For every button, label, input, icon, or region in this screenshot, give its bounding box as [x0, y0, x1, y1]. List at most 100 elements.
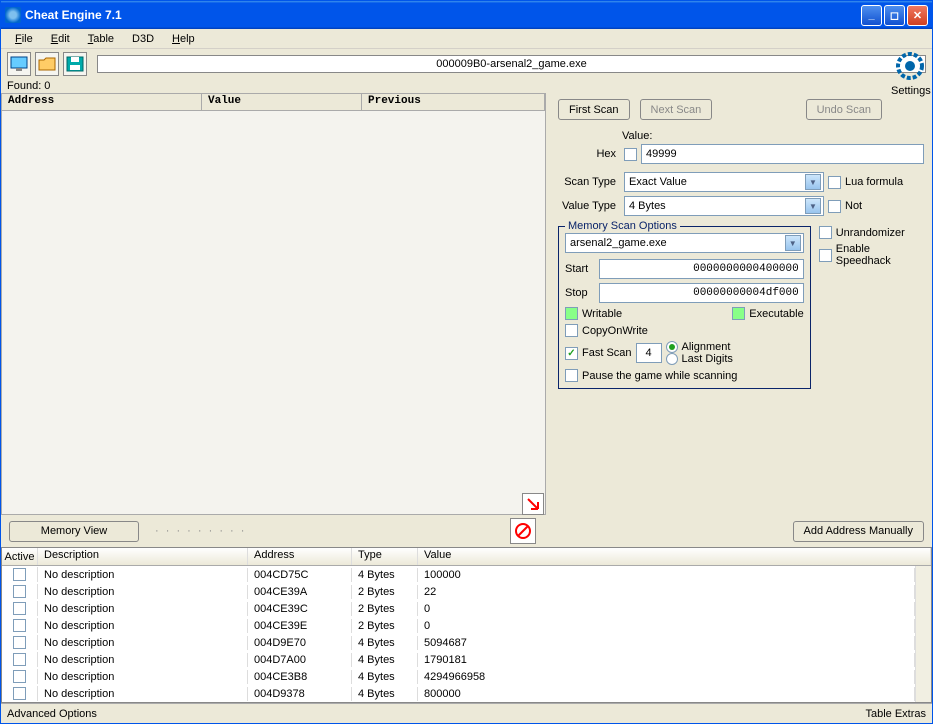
cell-type[interactable]: 4 Bytes [352, 653, 418, 667]
table-row[interactable]: No description004CE39E2 Bytes0 [2, 617, 915, 634]
pause-checkbox[interactable] [565, 369, 578, 382]
table-row[interactable]: No description004D7A004 Bytes1790181 [2, 651, 915, 668]
process-display[interactable]: 000009B0-arsenal2_game.exe [97, 55, 926, 73]
fast-scan-input[interactable] [636, 343, 662, 363]
scan-type-select[interactable]: Exact Value▼ [624, 172, 824, 192]
active-checkbox[interactable] [13, 585, 26, 598]
speedhack-checkbox[interactable] [819, 249, 832, 262]
alignment-radio[interactable] [666, 341, 678, 353]
memory-view-button[interactable]: Memory View [9, 521, 139, 542]
cell-addr[interactable]: 004CE39C [248, 602, 352, 616]
start-input[interactable] [599, 259, 804, 279]
hex-checkbox[interactable] [624, 148, 637, 161]
copy-to-addrlist-button[interactable] [522, 493, 544, 515]
cell-desc[interactable]: No description [38, 653, 248, 667]
value-input[interactable] [641, 144, 924, 164]
cell-desc[interactable]: No description [38, 636, 248, 650]
cell-desc[interactable]: No description [38, 619, 248, 633]
cell-addr[interactable]: 004CE3B8 [248, 670, 352, 684]
table-row[interactable]: No description004CE3B84 Bytes4294966958 [2, 668, 915, 685]
cell-value[interactable]: 100000 [418, 568, 915, 582]
menu-help[interactable]: Help [164, 31, 203, 47]
col-value[interactable]: Value [202, 94, 362, 110]
active-checkbox[interactable] [13, 636, 26, 649]
col-addr-h[interactable]: Address [248, 548, 352, 565]
not-checkbox[interactable] [828, 200, 841, 213]
table-row[interactable]: No description004D9E704 Bytes5094687 [2, 634, 915, 651]
active-checkbox[interactable] [13, 602, 26, 615]
executable-checkbox[interactable] [732, 307, 745, 320]
cell-addr[interactable]: 004CE39E [248, 619, 352, 633]
cell-type[interactable]: 4 Bytes [352, 636, 418, 650]
table-row[interactable]: No description004D93784 Bytes800000 [2, 685, 915, 702]
active-checkbox[interactable] [13, 687, 26, 700]
col-desc[interactable]: Description [38, 548, 248, 565]
settings-button[interactable]: Settings [891, 50, 929, 97]
cell-desc[interactable]: No description [38, 670, 248, 684]
table-row[interactable]: No description004CD75C4 Bytes100000 [2, 566, 915, 583]
cell-addr[interactable]: 004CD75C [248, 568, 352, 582]
cell-addr[interactable]: 004D7A00 [248, 653, 352, 667]
open-process-button[interactable] [7, 52, 31, 76]
stop-input[interactable] [599, 283, 804, 303]
save-button[interactable] [63, 52, 87, 76]
cell-addr[interactable]: 004CE39A [248, 585, 352, 599]
minimize-button[interactable]: _ [861, 5, 882, 26]
active-checkbox[interactable] [13, 619, 26, 632]
table-row[interactable]: No description004CE39A2 Bytes22 [2, 583, 915, 600]
cell-type[interactable]: 2 Bytes [352, 619, 418, 633]
menu-d3d[interactable]: D3D [124, 31, 162, 47]
col-address[interactable]: Address [2, 94, 202, 110]
cell-value[interactable]: 5094687 [418, 636, 915, 650]
close-button[interactable]: ✕ [907, 5, 928, 26]
titlebar[interactable]: Cheat Engine 7.1 _ ◻ ✕ [1, 1, 932, 29]
value-type-select[interactable]: 4 Bytes▼ [624, 196, 824, 216]
cell-value[interactable]: 800000 [418, 687, 915, 701]
cell-value[interactable]: 4294966958 [418, 670, 915, 684]
cell-value[interactable]: 0 [418, 619, 915, 633]
cell-type[interactable]: 4 Bytes [352, 568, 418, 582]
results-list[interactable] [1, 111, 546, 515]
unrandomizer-checkbox[interactable] [819, 226, 832, 239]
cow-checkbox[interactable] [565, 324, 578, 337]
col-value-h[interactable]: Value [418, 548, 931, 565]
fast-scan-checkbox[interactable] [565, 347, 578, 360]
table-extras-button[interactable]: Table Extras [865, 708, 926, 720]
maximize-button[interactable]: ◻ [884, 5, 905, 26]
delete-button[interactable] [510, 518, 536, 544]
cell-desc[interactable]: No description [38, 585, 248, 599]
add-address-manually-button[interactable]: Add Address Manually [793, 521, 924, 542]
scrollbar[interactable] [915, 566, 931, 702]
col-previous[interactable]: Previous [362, 94, 545, 110]
cell-addr[interactable]: 004D9378 [248, 687, 352, 701]
cell-value[interactable]: 1790181 [418, 653, 915, 667]
menu-file[interactable]: File [7, 31, 41, 47]
cell-value[interactable]: 0 [418, 602, 915, 616]
menu-table[interactable]: Table [80, 31, 122, 47]
advanced-options-button[interactable]: Advanced Options [7, 708, 97, 720]
cell-desc[interactable]: No description [38, 687, 248, 701]
writable-checkbox[interactable] [565, 307, 578, 320]
next-scan-button[interactable]: Next Scan [640, 99, 713, 120]
cell-value[interactable]: 22 [418, 585, 915, 599]
col-type[interactable]: Type [352, 548, 418, 565]
cell-type[interactable]: 2 Bytes [352, 585, 418, 599]
first-scan-button[interactable]: First Scan [558, 99, 630, 120]
cell-addr[interactable]: 004D9E70 [248, 636, 352, 650]
drag-handle[interactable]: · · · · · · · · · [147, 525, 254, 537]
last-digits-radio[interactable] [666, 353, 678, 365]
cell-type[interactable]: 4 Bytes [352, 670, 418, 684]
addrlist-body[interactable]: No description004CD75C4 Bytes100000No de… [2, 566, 915, 702]
cell-desc[interactable]: No description [38, 568, 248, 582]
cell-type[interactable]: 2 Bytes [352, 602, 418, 616]
cell-type[interactable]: 4 Bytes [352, 687, 418, 701]
cell-desc[interactable]: No description [38, 602, 248, 616]
active-checkbox[interactable] [13, 568, 26, 581]
col-active[interactable]: Active [2, 548, 38, 565]
menu-edit[interactable]: Edit [43, 31, 78, 47]
active-checkbox[interactable] [13, 653, 26, 666]
undo-scan-button[interactable]: Undo Scan [806, 99, 882, 120]
lua-checkbox[interactable] [828, 176, 841, 189]
mem-target-select[interactable]: arsenal2_game.exe▼ [565, 233, 804, 253]
open-file-button[interactable] [35, 52, 59, 76]
